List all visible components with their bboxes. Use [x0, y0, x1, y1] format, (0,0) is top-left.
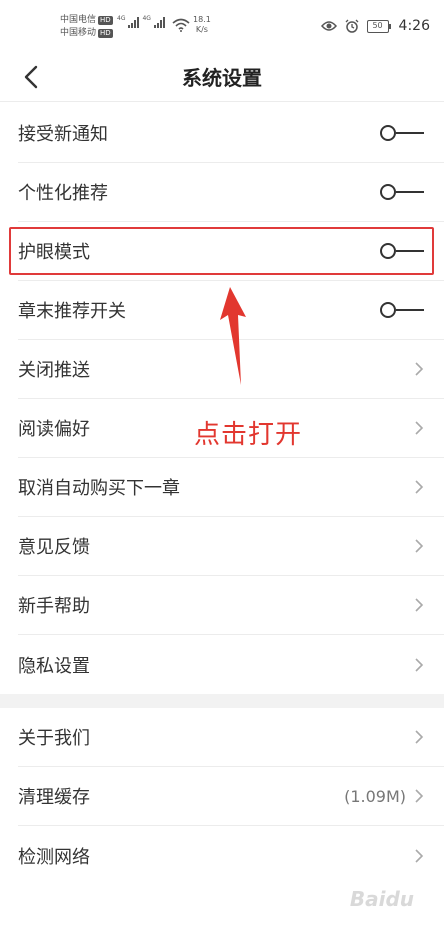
net-speed-value: 18.1 [193, 15, 211, 24]
setting-row-auto-buy[interactable]: 取消自动购买下一章 [18, 458, 444, 517]
chapter-end-toggle[interactable] [380, 302, 424, 318]
annotation-arrow-icon [220, 287, 246, 385]
setting-label: 章末推荐开关 [18, 301, 126, 322]
chevron-right-icon [415, 657, 424, 672]
chevron-right-icon [415, 789, 424, 803]
right-status: 50 4:26 [320, 18, 430, 34]
chevron-right-icon [415, 539, 424, 553]
status-bar: 中国电信 HD 中国移动 HD 4G 4G 18.1 K/s 50 4:26 [0, 0, 444, 52]
signal-2-icon [153, 16, 165, 28]
setting-row-notifications[interactable]: 接受新通知 [18, 104, 444, 163]
net-speed: 18.1 K/s [193, 15, 211, 35]
carrier-1: 中国电信 [60, 15, 97, 25]
signal-1-type: 4G [117, 15, 126, 22]
setting-label: 取消自动购买下一章 [18, 478, 180, 499]
signal-2-type: 4G [142, 15, 151, 22]
setting-label: 意见反馈 [18, 537, 90, 558]
setting-label: 关于我们 [18, 728, 90, 749]
notifications-toggle[interactable] [380, 125, 424, 141]
setting-row-about[interactable]: 关于我们 [18, 708, 444, 767]
page-title: 系统设置 [182, 66, 262, 90]
alarm-icon [345, 19, 359, 33]
setting-label: 清理缓存 [18, 787, 90, 808]
setting-label: 新手帮助 [18, 596, 90, 617]
wifi-icon [172, 18, 190, 32]
carrier-2: 中国移动 [60, 28, 97, 38]
clock: 4:26 [398, 18, 430, 34]
setting-row-privacy[interactable]: 隐私设置 [18, 635, 444, 694]
cache-size: (1.09M) [344, 786, 406, 806]
annotation-highlight-box [9, 227, 434, 275]
chevron-right-icon [415, 730, 424, 744]
setting-label: 阅读偏好 [18, 419, 90, 440]
chevron-right-icon [415, 362, 424, 376]
chevron-right-icon [415, 598, 424, 612]
setting-row-network-check[interactable]: 检测网络 [18, 826, 444, 885]
signal-icons: 4G 4G [117, 16, 165, 28]
setting-row-personalized[interactable]: 个性化推荐 [18, 163, 444, 222]
setting-row-feedback[interactable]: 意见反馈 [18, 517, 444, 576]
chevron-right-icon [415, 421, 424, 435]
section-divider [0, 694, 444, 708]
chevron-right-icon [415, 480, 424, 494]
signal-1-icon [128, 16, 140, 28]
net-speed-unit: K/s [195, 25, 208, 34]
personalized-toggle[interactable] [380, 184, 424, 200]
hd-badge: HD [98, 29, 113, 38]
setting-row-clear-cache[interactable]: 清理缓存 (1.09M) [18, 767, 444, 826]
settings-list: 接受新通知 个性化推荐 护眼模式 章末推荐开关 关闭推送 阅读偏好 取消自动购买… [0, 104, 444, 885]
eye-icon [320, 21, 337, 31]
hd-badge: HD [98, 16, 113, 25]
setting-label: 检测网络 [18, 846, 90, 868]
watermark: Baidu [349, 887, 414, 911]
header: 系统设置 [0, 52, 444, 102]
setting-label: 隐私设置 [18, 655, 90, 677]
chevron-right-icon [415, 848, 424, 863]
setting-row-help[interactable]: 新手帮助 [18, 576, 444, 635]
setting-label: 个性化推荐 [18, 183, 108, 204]
setting-label: 关闭推送 [18, 360, 90, 381]
setting-label: 接受新通知 [18, 124, 108, 145]
battery-icon: 50 [366, 19, 391, 33]
carrier-info: 中国电信 HD 中国移动 HD [60, 14, 113, 40]
annotation-text: 点击打开 [194, 420, 303, 450]
battery-level: 50 [366, 19, 389, 33]
